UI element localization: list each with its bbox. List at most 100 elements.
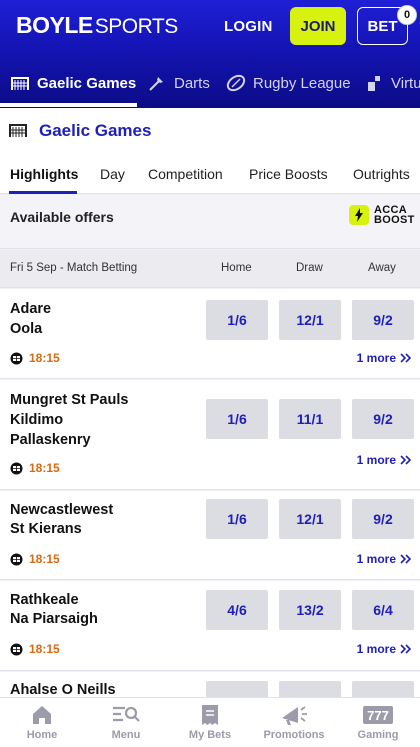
match-time-text: 18:15 — [29, 351, 60, 365]
more-markets-link[interactable]: 1 more — [357, 552, 412, 566]
sport-nav-rugby-league[interactable]: Rugby League — [226, 60, 351, 106]
sport-tabs: Highlights Day Competition Price Boosts … — [0, 154, 420, 194]
more-markets-label: 1 more — [356, 453, 396, 467]
home-icon — [31, 703, 53, 727]
odds-away-button[interactable]: 9/2 — [352, 399, 414, 439]
tab-outrights[interactable]: Outrights — [353, 166, 410, 182]
bottom-nav-home[interactable]: Home — [0, 698, 84, 747]
team-name: Newcastlewest — [10, 502, 114, 518]
login-link[interactable]: LOGIN — [224, 18, 273, 35]
team-name: Ahalse O Neills — [10, 682, 116, 698]
tab-price-boosts[interactable]: Price Boosts — [249, 166, 328, 182]
tab-day[interactable]: Day — [100, 166, 125, 182]
market-heading: Fri 5 Sep - Match Betting — [10, 262, 138, 274]
top-bar: BOYLE SPORTS LOGIN JOIN BET 0 Gaelic Gam… — [0, 0, 420, 108]
logo-text-light: SPORTS — [94, 15, 178, 38]
bottom-nav-label: Gaming — [357, 729, 399, 741]
available-offers-bar[interactable]: Available offers ACCA BOOST — [0, 195, 420, 249]
market-header: Fri 5 Sep - Match Betting Home Draw Away — [0, 250, 420, 288]
bottom-nav-menu[interactable]: Menu — [84, 698, 168, 747]
team-name: Adare — [10, 301, 52, 317]
match-time-text: 18:15 — [29, 642, 60, 656]
bottom-nav-my-bets[interactable]: My Bets — [168, 698, 252, 747]
team-name: Na Piarsaigh — [10, 611, 98, 627]
match-row[interactable]: Mungret St Pauls Kildimo Pallaskenry 1/6… — [0, 380, 420, 490]
odds-draw-button[interactable]: 11/1 — [279, 399, 341, 439]
team-name: Pallaskenry — [10, 432, 91, 448]
odds-away-button[interactable]: 6/4 — [352, 590, 414, 630]
bottom-nav-label: Promotions — [263, 729, 325, 741]
live-stream-icon — [10, 643, 23, 656]
sport-nav-label: Rugby League — [253, 74, 351, 92]
match-row[interactable]: Adare Oola 1/6 12/1 9/2 18:15 1 more — [0, 289, 420, 379]
team-name: Oola — [10, 321, 43, 337]
join-button[interactable]: JOIN — [290, 7, 346, 45]
double-chevron-right-icon — [400, 554, 412, 564]
betslip-count-badge: 0 — [397, 5, 417, 25]
active-tab-indicator — [9, 191, 77, 194]
gaelic-goal-icon — [10, 73, 30, 93]
boylesports-logo[interactable]: BOYLE SPORTS — [16, 12, 178, 38]
double-chevron-right-icon — [400, 455, 412, 465]
match-row[interactable]: Newcastlewest St Kierans 1/6 12/1 9/2 18… — [0, 491, 420, 580]
match-time: 18:15 — [10, 552, 60, 566]
tab-competition[interactable]: Competition — [148, 166, 223, 182]
logo-text-bold: BOYLE — [16, 12, 93, 38]
team-name: Kildimo — [10, 412, 64, 428]
column-draw: Draw — [296, 262, 323, 274]
match-time: 18:15 — [10, 642, 60, 656]
match-time-text: 18:15 — [29, 461, 60, 475]
odds-home-button[interactable]: 4/6 — [206, 590, 268, 630]
more-markets-label: 1 more — [356, 642, 396, 656]
bottom-nav-label: Menu — [111, 729, 141, 741]
odds-away-button[interactable]: 9/2 — [352, 499, 414, 539]
betslip-icon — [201, 703, 219, 727]
sport-nav-label: Gaelic Games — [37, 74, 137, 92]
more-markets-label: 1 more — [356, 351, 396, 365]
acca-boost-badge[interactable]: ACCA BOOST — [349, 205, 415, 226]
sport-nav-label: Virtu — [391, 74, 420, 92]
bottom-nav-label: My Bets — [188, 729, 232, 741]
dart-icon — [147, 73, 167, 93]
odds-draw-button[interactable]: 12/1 — [279, 300, 341, 340]
lightning-icon — [349, 205, 369, 225]
odds-draw-button[interactable]: 13/2 — [279, 590, 341, 630]
virtual-icon — [364, 73, 384, 93]
match-time: 18:15 — [10, 351, 60, 365]
more-markets-link[interactable]: 1 more — [357, 642, 412, 656]
more-markets-link[interactable]: 1 more — [357, 453, 412, 467]
available-offers-label: Available offers — [10, 209, 114, 225]
sport-nav-virtual[interactable]: Virtu — [364, 60, 420, 106]
sport-nav: Gaelic Games Darts Rugby League Virtu — [0, 60, 420, 108]
odds-home-button[interactable]: 1/6 — [206, 499, 268, 539]
bottom-nav-label: Home — [26, 729, 58, 741]
team-name: St Kierans — [10, 521, 82, 537]
menu-search-icon — [112, 703, 140, 727]
bottom-nav-promotions[interactable]: Promotions — [252, 698, 336, 747]
gaelic-goal-icon — [9, 122, 27, 143]
bottom-nav-gaming[interactable]: 777 Gaming — [336, 698, 420, 747]
odds-away-button[interactable]: 9/2 — [352, 300, 414, 340]
more-markets-link[interactable]: 1 more — [357, 351, 412, 365]
more-markets-label: 1 more — [356, 552, 396, 566]
page-header: Gaelic Games — [0, 108, 420, 154]
page-title: Gaelic Games — [39, 121, 152, 140]
double-chevron-right-icon — [400, 644, 412, 654]
live-stream-icon — [10, 352, 23, 365]
live-stream-icon — [10, 462, 23, 475]
odds-draw-button[interactable]: 12/1 — [279, 499, 341, 539]
tab-highlights[interactable]: Highlights — [10, 166, 78, 182]
rugby-ball-icon — [226, 73, 246, 93]
match-row[interactable]: Rathkeale Na Piarsaigh 4/6 13/2 6/4 18:1… — [0, 581, 420, 671]
odds-home-button[interactable]: 1/6 — [206, 300, 268, 340]
acca-boost-line2: BOOST — [374, 214, 415, 226]
sport-nav-gaelic-games[interactable]: Gaelic Games — [10, 60, 136, 106]
sport-nav-darts[interactable]: Darts — [147, 60, 210, 106]
bottom-nav: Home Menu My Bets Promotions 777 Gaming — [0, 697, 420, 747]
column-home: Home — [221, 262, 252, 274]
live-stream-icon — [10, 553, 23, 566]
double-chevron-right-icon — [400, 353, 412, 363]
slot-777-icon: 777 — [362, 703, 394, 727]
column-away: Away — [368, 262, 396, 274]
odds-home-button[interactable]: 1/6 — [206, 399, 268, 439]
